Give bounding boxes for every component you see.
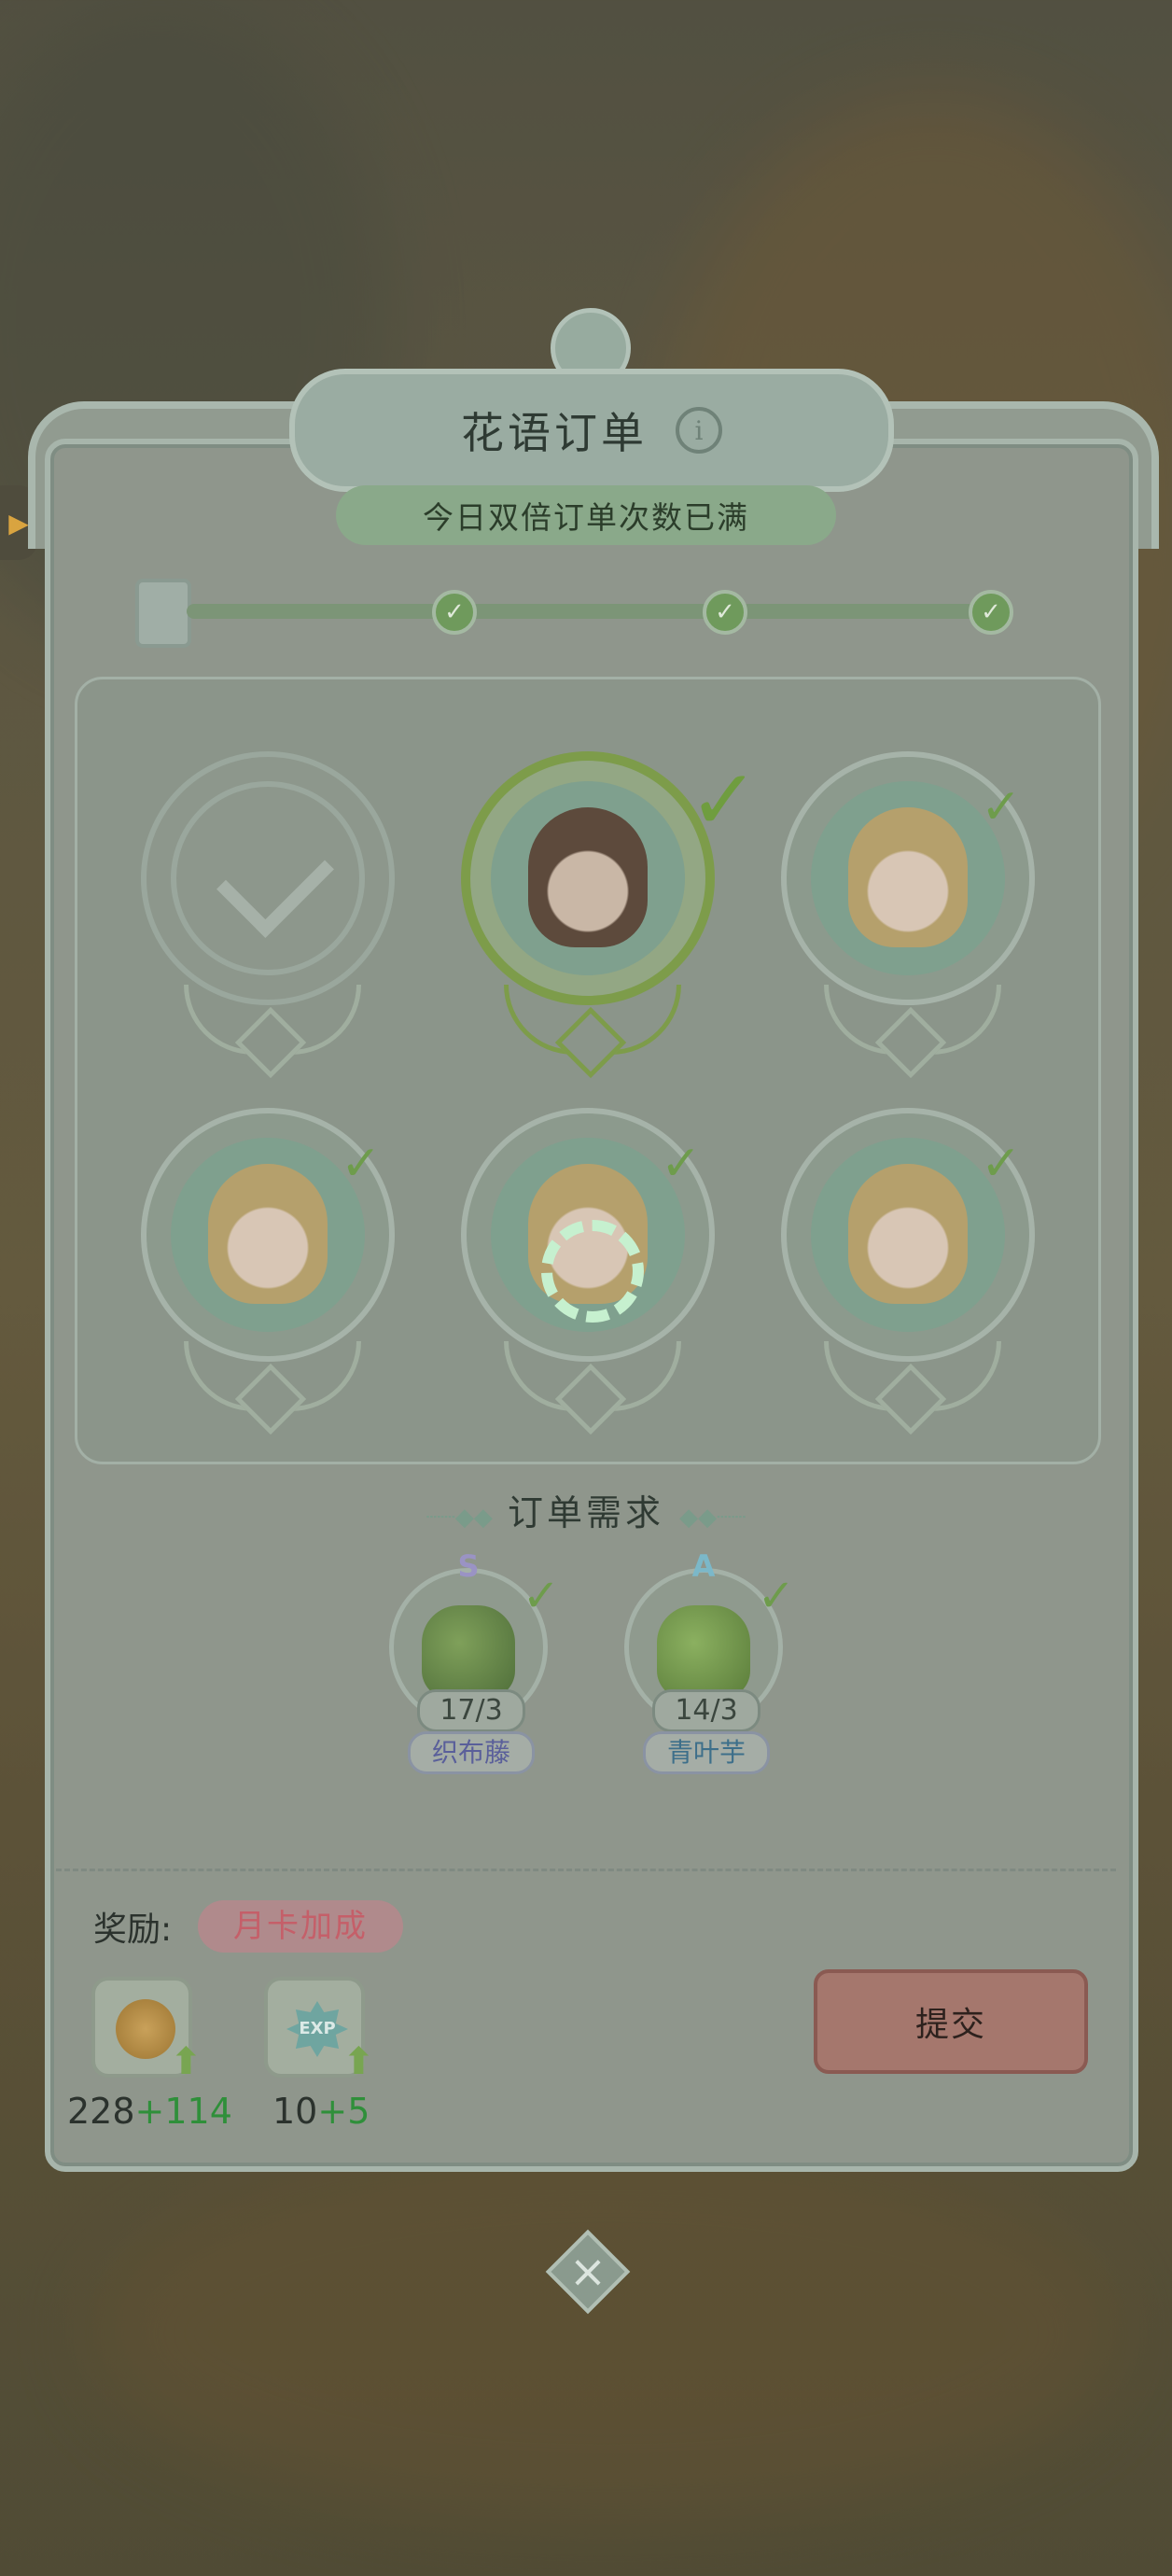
progress-check-icon: ✓ (432, 590, 477, 635)
grade-label: A (691, 1548, 716, 1584)
demand-title: ┈┈◆◆ 订单需求 ◆◆┈┈ (0, 1484, 1172, 1535)
loading-wreath-icon (541, 1220, 644, 1323)
check-icon: ✓ (981, 779, 1022, 835)
exp-reward-value: 10+5 (272, 2091, 370, 2132)
demand-item[interactable]: S ✓ 17/3 织布藤 (384, 1548, 560, 1774)
item-count: 17/3 (417, 1689, 525, 1732)
clipboard-icon (135, 579, 191, 648)
double-order-banner: 今日双倍订单次数已满 (336, 485, 836, 545)
customer-slot[interactable]: ✓ (128, 1108, 408, 1435)
progress-check-icon: ✓ (969, 590, 1013, 635)
check-icon: ✓ (661, 1136, 702, 1192)
item-count: 14/3 (652, 1689, 760, 1732)
check-icon: ✓ (981, 1136, 1022, 1192)
check-icon: ✓ (757, 1570, 795, 1622)
demand-item[interactable]: A ✓ 14/3 青叶芋 (620, 1548, 795, 1774)
title-plate: 花语订单 i (289, 369, 894, 492)
customer-portrait (528, 807, 648, 947)
customer-slot[interactable]: ✓ (768, 1108, 1048, 1435)
section-divider (56, 1869, 1116, 1871)
exp-icon: EXP (286, 2001, 348, 2057)
customer-slot[interactable]: ✓ (768, 751, 1048, 1079)
ornament-left-icon: ┈┈◆◆ (426, 1504, 493, 1532)
info-icon[interactable]: i (676, 407, 722, 454)
customer-slot-completed[interactable] (128, 751, 408, 1079)
customer-slot-selected[interactable]: ✓ (448, 751, 759, 1079)
grade-label: S (457, 1548, 480, 1584)
customer-slot[interactable]: ✓ (448, 1108, 728, 1435)
bonus-up-arrow-icon: ⬆ (170, 2040, 202, 2083)
demand-title-text: 订单需求 (507, 1492, 664, 1533)
month-card-badge: 月卡加成 (198, 1900, 403, 1953)
coin-reward: ⬆ (91, 1977, 202, 2083)
panel-title: 花语订单 (461, 408, 648, 458)
close-icon[interactable]: × (558, 2242, 618, 2302)
customer-portrait (848, 1164, 968, 1304)
order-progress: ✓ ✓ ✓ (135, 579, 1013, 648)
bonus-up-arrow-icon: ⬆ (342, 2040, 374, 2083)
exp-reward: EXP ⬆ (264, 1977, 374, 2083)
customer-portrait (208, 1164, 328, 1304)
progress-check-icon: ✓ (703, 590, 747, 635)
taro-plant-icon (657, 1605, 750, 1699)
vine-plant-icon (422, 1605, 515, 1699)
check-icon: ✓ (522, 1570, 560, 1622)
item-name: 织布藤 (408, 1731, 535, 1774)
customer-portrait (848, 807, 968, 947)
check-icon: ✓ (341, 1136, 382, 1192)
progress-track (187, 604, 989, 619)
selected-check-icon: ✓ (689, 751, 760, 849)
submit-button[interactable]: 提交 (814, 1969, 1088, 2074)
ornament-right-icon: ◆◆┈┈ (679, 1504, 746, 1532)
coin-icon (116, 1999, 175, 2059)
reward-label: 奖励: (93, 1911, 173, 1949)
coin-reward-value: 228+114 (67, 2091, 232, 2132)
item-name: 青叶芋 (643, 1731, 770, 1774)
